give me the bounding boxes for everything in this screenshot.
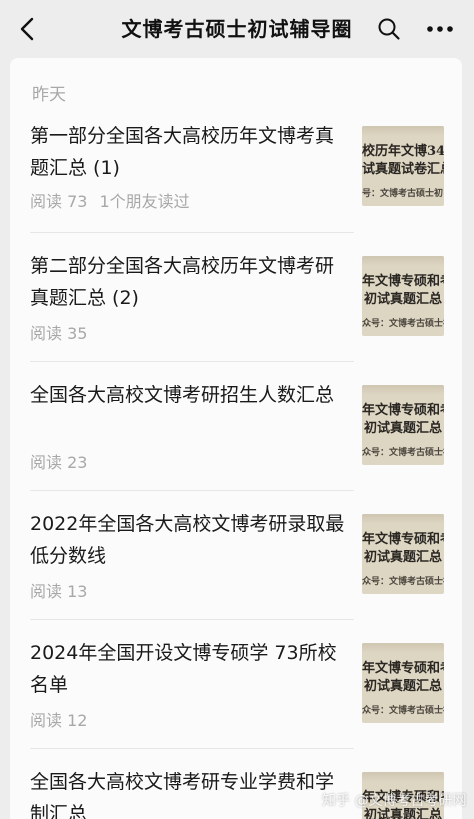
thumbnail-text: 试真题试卷汇总 [362, 162, 444, 177]
thumbnail-text: 初试真题汇总 [363, 292, 442, 307]
article-item[interactable]: 2022年全国各大高校文博考研录取最低分数线 阅读 13 年文博专硕和考 初试真… [10, 490, 462, 620]
read-count: 阅读 73 [30, 192, 88, 211]
thumbnail-text: 年文博专硕和考 [362, 403, 444, 418]
article-thumbnail: 年文博专硕和考 初试真题汇总 众号：文博考古硕士初 [362, 643, 444, 723]
thumbnail-text: 初试真题汇总 [363, 421, 442, 436]
article-title: 第二部分全国各大高校历年文博考研真题汇总 (2) [30, 255, 335, 309]
article-meta: 阅读 23 [30, 449, 99, 473]
watermark: 知乎 @文博考古考研网 [322, 793, 467, 809]
thumbnail-text: 众号：文博考古硕士初 [362, 319, 444, 329]
thumbnail-text: 年文博专硕和考 [362, 274, 444, 289]
divider [30, 490, 354, 491]
friends-read: 1个朋友读过 [99, 192, 190, 211]
chevron-left-icon [20, 17, 34, 41]
article-thumbnail: 年文博专硕和考 初试真题汇总 众号：文博考古硕士初 [362, 256, 444, 336]
read-count: 阅读 12 [30, 711, 88, 730]
thumbnail-text: 初试真题汇总 [363, 550, 442, 565]
date-section-label: 昨天 [32, 85, 66, 105]
article-item[interactable]: 第一部分全国各大高校历年文博考真题汇总 (1) 阅读 73 1个朋友读过 校历年文… [10, 120, 462, 238]
thumbnail-text: 初试真题汇总 [363, 679, 442, 694]
divider [30, 619, 354, 620]
article-thumbnail: 年文博专硕和考 初试真题汇总 众号：文博考古硕士初 [362, 514, 444, 594]
article-thumbnail: 校历年文博34 试真题试卷汇总 号：文博考古硕士初 [362, 126, 444, 206]
search-button[interactable] [372, 12, 406, 46]
article-meta: 阅读 35 [30, 320, 99, 344]
thumbnail-text: 众号：文博考古硕士初 [362, 577, 444, 587]
thumbnail-text: 众号：文博考古硕士初 [362, 448, 444, 458]
article-title: 全国各大高校文博考研招生人数汇总 [30, 384, 335, 406]
thumbnail-text: 众号：文博考古硕士初 [362, 706, 444, 716]
top-bar: 文博考古硕士初试辅导圈 [0, 0, 474, 58]
more-dots-icon [427, 26, 453, 32]
article-list-card: 昨天 第一部分全国各大高校历年文博考真题汇总 (1) 阅读 73 1个朋友读过 校… [10, 58, 462, 819]
thumbnail-text: 年文博专硕和考 [362, 661, 444, 676]
article-meta: 阅读 73 1个朋友读过 [30, 188, 202, 212]
article-item[interactable]: 2024年全国开设文博专硕学 73所校名单 阅读 12 年文博专硕和考 初试真题… [10, 619, 462, 749]
article-item[interactable]: 全国各大高校文博考研招生人数汇总 阅读 23 年文博专硕和考 初试真题汇总 众号… [10, 361, 462, 491]
article-title: 2024年全国开设文博专硕学 73所校名单 [30, 642, 337, 696]
read-count: 阅读 35 [30, 324, 88, 343]
article-meta: 阅读 13 [30, 578, 99, 602]
thumbnail-text: 校历年文博34 [362, 144, 444, 159]
back-button[interactable] [10, 12, 44, 46]
thumbnail-text: 年文博专硕和考 [362, 532, 444, 547]
more-button[interactable] [420, 12, 460, 46]
read-count: 阅读 13 [30, 582, 88, 601]
article-meta: 阅读 12 [30, 707, 99, 731]
article-item[interactable]: 第二部分全国各大高校历年文博考研真题汇总 (2) 阅读 35 年文博专硕和考 初… [10, 232, 462, 362]
read-count: 阅读 23 [30, 453, 88, 472]
article-thumbnail: 年文博专硕和考 初试真题汇总 众号：文博考古硕士初 [362, 385, 444, 465]
article-title: 全国各大高校文博考研专业学费和学制汇总 [30, 771, 335, 819]
divider [30, 748, 354, 749]
divider [30, 232, 354, 233]
divider [30, 361, 354, 362]
page-title: 文博考古硕士初试辅导圈 [121, 17, 353, 41]
article-title: 2022年全国各大高校文博考研录取最低分数线 [30, 513, 345, 567]
thumbnail-text: 号：文博考古硕士初 [362, 189, 444, 199]
article-title: 第一部分全国各大高校历年文博考真题汇总 (1) [30, 125, 335, 179]
search-icon [378, 18, 400, 40]
